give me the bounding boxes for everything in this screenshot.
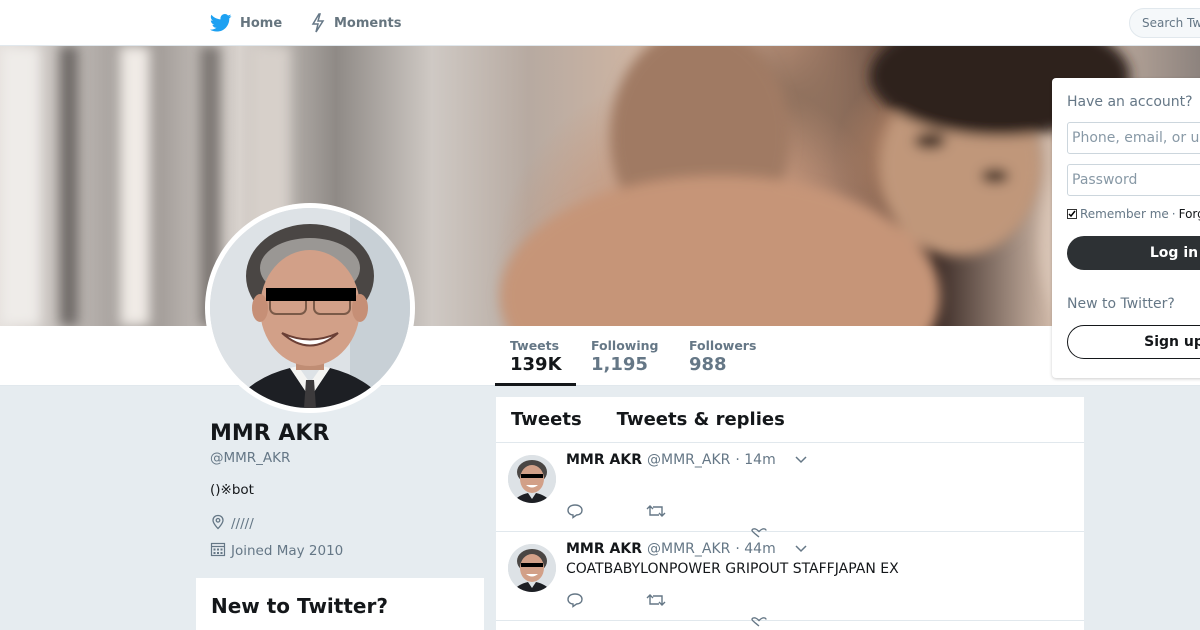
remember-me-checkbox[interactable]: [1067, 209, 1077, 219]
tab-tweets-and-replies[interactable]: Tweets & replies: [617, 409, 785, 430]
login-card: Have an account? Phone, email, or userna…: [1052, 78, 1200, 378]
forgot-password-link[interactable]: Forgot password?: [1179, 207, 1200, 221]
chevron-down-icon[interactable]: [795, 452, 807, 468]
tweet-header: MMR AKR @MMR_AKR · 14m: [566, 452, 807, 468]
separator: ·: [1171, 207, 1176, 221]
stat-following[interactable]: Following 1,195: [591, 326, 658, 386]
retweet-icon[interactable]: [646, 503, 666, 523]
signup-prompt-title: New to Twitter?: [211, 594, 388, 618]
stat-tweets[interactable]: Tweets 139K: [495, 326, 576, 386]
reply-icon[interactable]: [566, 592, 584, 612]
avatar[interactable]: [508, 455, 556, 503]
tweet-author-name[interactable]: MMR AKR: [566, 452, 642, 468]
profile-location: /////: [210, 514, 254, 534]
tweet-author-handle[interactable]: @MMR_AKR: [647, 541, 730, 557]
tweet-timestamp[interactable]: · 44m: [735, 541, 775, 557]
signup-button[interactable]: Sign up: [1067, 325, 1200, 359]
search-input[interactable]: Search Twitter: [1129, 8, 1200, 38]
top-navigation: Home Moments Search Twitter: [0, 0, 1200, 46]
login-title: Have an account?: [1067, 94, 1193, 110]
tab-tweets[interactable]: Tweets: [511, 409, 582, 430]
profile-joined: Joined May 2010: [210, 541, 343, 561]
twitter-bird-icon: [210, 14, 232, 32]
tweet-author-name[interactable]: MMR AKR: [566, 541, 642, 557]
tweet-text: COATBABYLONPOWER GRIPOUT STAFFJAPAN EX: [566, 561, 899, 577]
heart-icon[interactable]: [751, 612, 767, 630]
profile-location-text: /////: [231, 516, 254, 532]
lightning-icon: [310, 13, 326, 33]
stat-tweets-value: 139K: [510, 354, 562, 375]
nav-home-label: Home: [240, 15, 283, 31]
retweet-icon[interactable]: [646, 592, 666, 612]
tweet-timestamp[interactable]: · 14m: [735, 452, 775, 468]
stat-followers-label: Followers: [689, 338, 757, 353]
avatar[interactable]: [508, 544, 556, 592]
reply-icon[interactable]: [566, 503, 584, 523]
stat-following-value: 1,195: [591, 354, 648, 375]
stat-following-label: Following: [591, 338, 659, 353]
profile-joined-text: Joined May 2010: [231, 543, 344, 559]
username-field[interactable]: Phone, email, or username: [1067, 122, 1200, 154]
remember-me-label[interactable]: Remember me: [1080, 207, 1169, 221]
tweet[interactable]: MMR AKR @MMR_AKR · 44m COATBABYLONPOWER …: [496, 532, 1084, 627]
login-button[interactable]: Log in: [1067, 236, 1200, 270]
signup-prompt-card: New to Twitter?: [196, 578, 484, 630]
stat-followers-value: 988: [689, 354, 727, 375]
calendar-icon: [210, 541, 226, 561]
nav-home[interactable]: Home: [210, 0, 282, 46]
profile-header-image[interactable]: [0, 46, 1200, 326]
tweet-actions: [566, 592, 866, 630]
timeline-tabs: Tweets Tweets & replies: [496, 397, 1084, 443]
profile-bio: ()※bot: [210, 482, 254, 498]
remember-me-row: Remember me · Forgot password?: [1067, 207, 1200, 221]
profile-nav-bar: Tweets 139K Following 1,195 Followers 98…: [0, 326, 1200, 386]
tweet[interactable]: MMR AKR @MMR_AKR · 14m: [496, 443, 1084, 538]
profile-name: MMR AKR: [210, 421, 330, 446]
location-pin-icon: [210, 514, 226, 534]
stat-tweets-label: Tweets: [510, 338, 560, 353]
profile-handle[interactable]: @MMR_AKR: [210, 450, 290, 466]
profile-avatar[interactable]: [205, 203, 415, 413]
tweet-header: MMR AKR @MMR_AKR · 44m: [566, 541, 807, 557]
tweet-author-handle[interactable]: @MMR_AKR: [647, 452, 730, 468]
new-to-twitter-title: New to Twitter?: [1067, 296, 1175, 312]
stat-followers[interactable]: Followers 988: [689, 326, 756, 386]
chevron-down-icon[interactable]: [795, 541, 807, 557]
password-field[interactable]: Password: [1067, 164, 1200, 196]
timeline: Tweets Tweets & replies MMR AKR @MMR_AKR…: [496, 397, 1084, 630]
nav-moments-label: Moments: [334, 15, 402, 31]
nav-moments[interactable]: Moments: [310, 0, 401, 46]
